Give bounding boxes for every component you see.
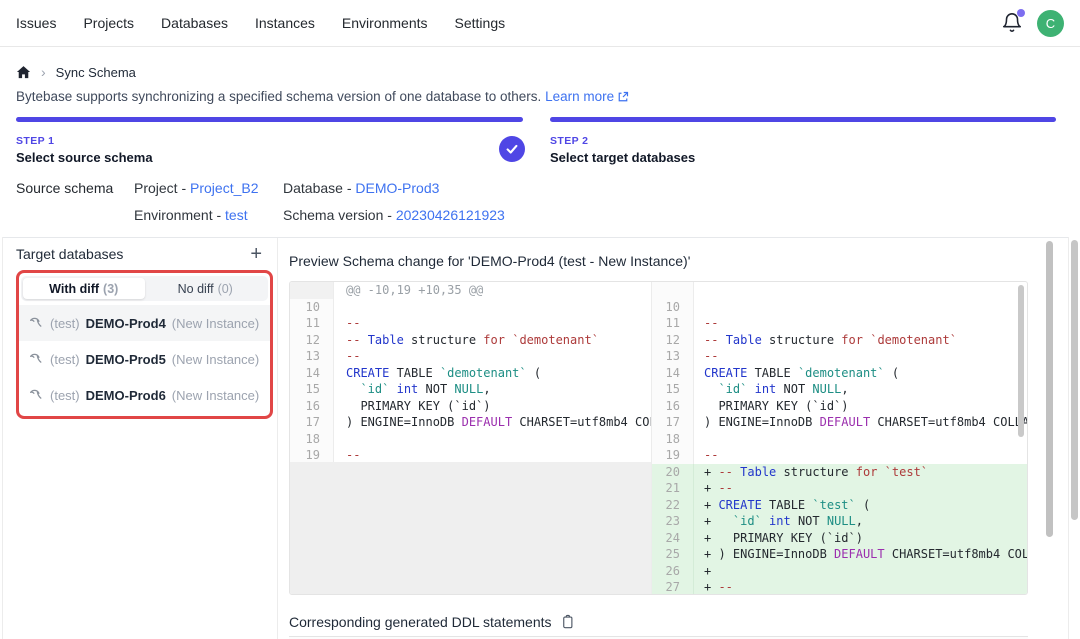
external-link-icon — [617, 91, 629, 103]
diff-line: 27+ -- — [652, 579, 1027, 594]
source-schema-label: Source schema — [16, 180, 113, 196]
mysql-dolphin-icon — [29, 316, 44, 331]
diff-line: 26+ — [652, 563, 1027, 580]
sync-schema-page: Issues Projects Databases Instances Environm… — [0, 0, 1080, 639]
home-icon[interactable] — [16, 65, 31, 80]
diff-line: 24+ PRIMARY KEY (`id`) — [652, 530, 1027, 547]
diff-line: 12-- Table structure for `demotenant` — [652, 332, 1027, 349]
nav-item-projects[interactable]: Projects — [83, 15, 134, 31]
card-right-border — [1068, 237, 1069, 639]
diff-alignment-filler — [290, 462, 651, 595]
target-databases-highlight-box: With diff(3)No diff(0) (test)DEMO-Prod4(… — [16, 270, 273, 419]
add-target-database-button[interactable]: + — [246, 246, 266, 262]
diff-line: 19-- — [652, 447, 1027, 464]
step2-progress-bar — [550, 117, 1056, 122]
mysql-dolphin-icon — [29, 352, 44, 367]
nav-item-instances[interactable]: Instances — [255, 15, 315, 31]
nav-items: Issues Projects Databases Instances Environm… — [16, 15, 505, 31]
target-database-item-demo-prod4[interactable]: (test)DEMO-Prod4(New Instance) — [19, 305, 270, 341]
step1-label: STEP 1 — [16, 135, 54, 147]
diff-modified-pane: 1011--12-- Table structure for `demotena… — [652, 282, 1027, 594]
step1-title: Select source schema — [16, 150, 153, 165]
nav-item-environments[interactable]: Environments — [342, 15, 428, 31]
card-top-border — [2, 237, 1069, 238]
column-divider — [277, 238, 278, 639]
chevron-right-icon: › — [41, 64, 46, 80]
nav-item-databases[interactable]: Databases — [161, 15, 228, 31]
intro-text: Bytebase supports synchronizing a specif… — [16, 89, 629, 104]
diff-line: 11-- — [290, 315, 651, 332]
diff-line: 14CREATE TABLE `demotenant` ( — [652, 365, 1027, 382]
source-field: Environment - test — [134, 207, 283, 223]
diff-line: 25+ ) ENGINE=InnoDB DEFAULT CHARSET=utf8… — [652, 546, 1027, 563]
breadcrumb-current: Sync Schema — [56, 65, 136, 80]
content-scrollbar[interactable] — [1046, 241, 1053, 537]
diff-line: 11-- — [652, 315, 1027, 332]
source-schema-fields: Project - Project_B2Database - DEMO-Prod… — [134, 180, 505, 223]
tab-no-diff[interactable]: No diff(0) — [145, 278, 267, 299]
step1-complete-check-icon — [499, 136, 525, 162]
diff-line: 21+ -- — [652, 480, 1027, 497]
diff-filter-tabs: With diff(3)No diff(0) — [21, 276, 268, 301]
top-navigation: Issues Projects Databases Instances Environm… — [0, 0, 1080, 47]
target-database-item-demo-prod6[interactable]: (test)DEMO-Prod6(New Instance) — [19, 377, 270, 413]
page-scrollbar[interactable] — [1071, 240, 1078, 520]
diff-line: 20+ -- Table structure for `test` — [652, 464, 1027, 481]
step2-label: STEP 2 — [550, 135, 588, 147]
diff-line: 23+ `id` int NOT NULL, — [652, 513, 1027, 530]
diff-line: 16 PRIMARY KEY (`id`) — [290, 398, 651, 415]
ddl-statements-title: Corresponding generated DDL statements — [289, 614, 552, 630]
schema-diff-editor: @@ -10,19 +10,35 @@1011--12-- Table stru… — [289, 281, 1028, 595]
diff-line: @@ -10,19 +10,35 @@ — [290, 282, 651, 299]
diff-line: 18 — [652, 431, 1027, 448]
target-database-item-demo-prod5[interactable]: (test)DEMO-Prod5(New Instance) — [19, 341, 270, 377]
notification-dot — [1017, 9, 1025, 17]
learn-more-link[interactable]: Learn more — [545, 89, 629, 104]
diff-line: 17) ENGINE=InnoDB DEFAULT CHARSET=utf8mb… — [652, 414, 1027, 431]
mysql-dolphin-icon — [29, 388, 44, 403]
diff-line: 15 `id` int NOT NULL, — [652, 381, 1027, 398]
diff-line: 10 — [652, 299, 1027, 316]
diff-original-pane: @@ -10,19 +10,35 @@1011--12-- Table stru… — [290, 282, 652, 594]
notification-bell-button[interactable] — [1001, 12, 1023, 34]
diff-line: 13-- — [652, 348, 1027, 365]
target-databases-title: Target databases — [16, 246, 123, 262]
nav-item-settings[interactable]: Settings — [455, 15, 506, 31]
breadcrumb: › Sync Schema — [16, 64, 136, 80]
step2-title: Select target databases — [550, 150, 695, 165]
diff-line: 18 — [290, 431, 651, 448]
source-field-link[interactable]: Project_B2 — [190, 180, 258, 196]
source-field: Schema version - 20230426121923 — [283, 207, 505, 223]
diff-line: 10 — [290, 299, 651, 316]
diff-line: 13-- — [290, 348, 651, 365]
target-database-list: (test)DEMO-Prod4(New Instance) (test)DEM… — [19, 305, 270, 413]
diff-line: 12-- Table structure for `demotenant` — [290, 332, 651, 349]
nav-item-issues[interactable]: Issues — [16, 15, 56, 31]
source-field: Database - DEMO-Prod3 — [283, 180, 505, 196]
diff-line: 22+ CREATE TABLE `test` ( — [652, 497, 1027, 514]
preview-title: Preview Schema change for 'DEMO-Prod4 (t… — [289, 253, 690, 269]
card-left-border — [2, 237, 3, 639]
source-field: Project - Project_B2 — [134, 180, 283, 196]
diff-line: 17) ENGINE=InnoDB DEFAULT CHARSET=utf8mb… — [290, 414, 651, 431]
diff-line — [652, 282, 1027, 299]
source-field-link[interactable]: DEMO-Prod3 — [355, 180, 439, 196]
diff-line: 16 PRIMARY KEY (`id`) — [652, 398, 1027, 415]
tab-with-diff[interactable]: With diff(3) — [23, 278, 145, 299]
avatar[interactable]: C — [1037, 10, 1064, 37]
diff-scrollbar[interactable] — [1018, 285, 1024, 437]
source-field-link[interactable]: test — [225, 207, 248, 223]
source-field-link[interactable]: 20230426121923 — [396, 207, 505, 223]
diff-line: 15 `id` int NOT NULL, — [290, 381, 651, 398]
step1-progress-bar — [16, 117, 523, 122]
diff-line: 14CREATE TABLE `demotenant` ( — [290, 365, 651, 382]
copy-clipboard-icon[interactable] — [560, 614, 575, 630]
